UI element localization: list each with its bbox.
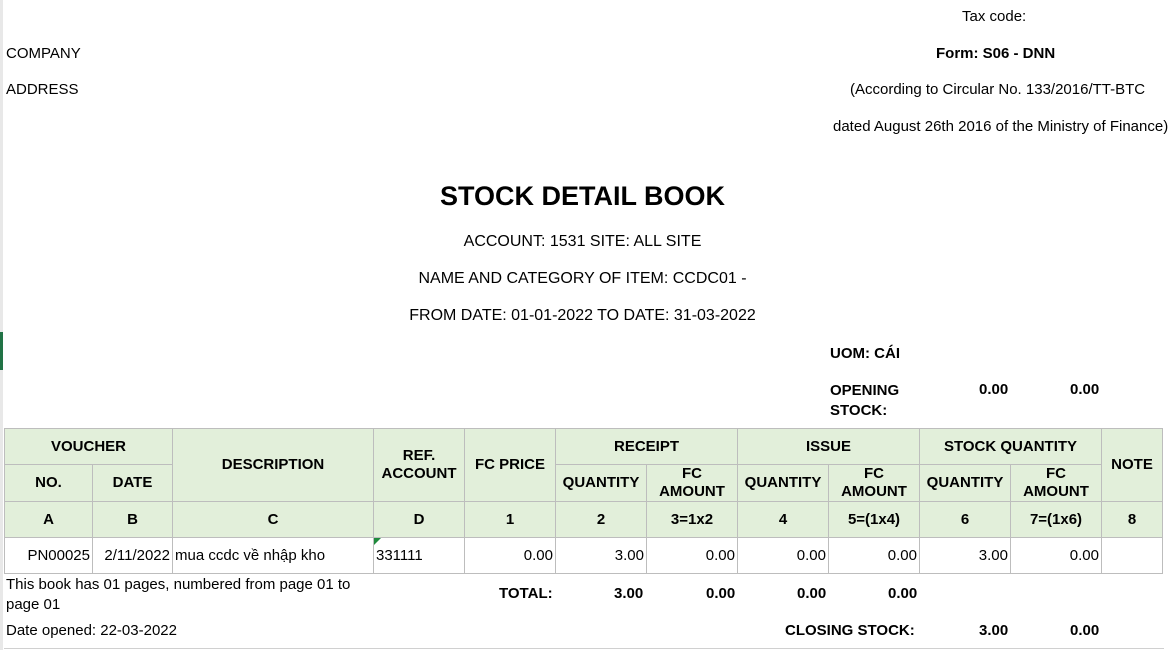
address-label: ADDRESS <box>6 81 79 98</box>
code-7: 7=(1x6) <box>1010 501 1102 538</box>
fc-price-header: FC PRICE <box>464 428 556 502</box>
total-receipt-amount: 0.00 <box>706 585 736 602</box>
code-6: 6 <box>919 501 1011 538</box>
uom-label: UOM: CÁI <box>830 345 900 362</box>
code-4: 4 <box>737 501 829 538</box>
cell-issue-amount[interactable]: 0.00 <box>828 537 920 574</box>
voucher-date-header: DATE <box>92 464 173 502</box>
account-line: ACCOUNT: 1531 SITE: ALL SITE <box>463 233 702 250</box>
cell-voucher-no[interactable]: PN00025 <box>4 537 93 574</box>
cell-receipt-quantity[interactable]: 3.00 <box>555 537 647 574</box>
table-row[interactable]: PN00025 2/11/2022 mua ccdc về nhập kho 3… <box>4 537 1163 574</box>
code-d: D <box>373 501 465 538</box>
date-range-line: FROM DATE: 01-01-2022 TO DATE: 31-03-202… <box>409 307 756 324</box>
cell-receipt-amount[interactable]: 0.00 <box>646 537 738 574</box>
cell-description[interactable]: mua ccdc về nhập kho <box>172 537 374 574</box>
cell-voucher-date[interactable]: 2/11/2022 <box>92 537 173 574</box>
code-1: 1 <box>464 501 556 538</box>
issue-quantity-header: QUANTITY <box>737 464 829 502</box>
stock-quantity-subheader: QUANTITY <box>919 464 1011 502</box>
total-receipt-quantity: 3.00 <box>614 585 644 602</box>
cell-fc-price[interactable]: 0.00 <box>464 537 556 574</box>
total-issue-amount: 0.00 <box>888 585 918 602</box>
tax-code-label: Tax code: <box>962 8 1027 25</box>
ref-account-value: 331111 <box>376 546 423 564</box>
ref-account-header: REF. ACCOUNT <box>373 428 465 502</box>
receipt-fc-amount-header: FC AMOUNT <box>646 464 738 502</box>
company-label: COMPANY <box>6 45 81 62</box>
sheet-bottom-border <box>4 648 1164 649</box>
active-row-marker <box>0 332 3 370</box>
total-label: TOTAL: <box>499 585 553 602</box>
code-a: A <box>4 501 93 538</box>
issue-fc-amount-header: FC AMOUNT <box>828 464 920 502</box>
opening-stock-quantity: 0.00 <box>979 381 1009 398</box>
opening-stock-label: OPENING STOCK: <box>830 382 900 419</box>
stock-fc-amount-header: FC AMOUNT <box>1010 464 1102 502</box>
issue-header: ISSUE <box>737 428 920 465</box>
code-3: 3=1x2 <box>646 501 738 538</box>
cell-issue-quantity[interactable]: 0.00 <box>737 537 829 574</box>
voucher-no-header: NO. <box>4 464 93 502</box>
closing-stock-quantity: 3.00 <box>979 622 1009 639</box>
cell-stock-amount[interactable]: 0.00 <box>1010 537 1102 574</box>
code-c: C <box>172 501 374 538</box>
item-line: NAME AND CATEGORY OF ITEM: CCDC01 - <box>418 270 747 287</box>
stock-detail-table: VOUCHER DESCRIPTION REF. ACCOUNT FC PRIC… <box>4 428 1163 574</box>
note-header: NOTE <box>1101 428 1163 502</box>
description-header: DESCRIPTION <box>172 428 374 502</box>
opening-stock-amount: 0.00 <box>1070 381 1100 398</box>
error-indicator-icon <box>374 538 381 545</box>
circular-date-note: dated August 26th 2016 of the Ministry o… <box>833 118 1169 135</box>
circular-note: (According to Circular No. 133/2016/TT-B… <box>850 81 1146 98</box>
receipt-header: RECEIPT <box>555 428 738 465</box>
closing-stock-label: CLOSING STOCK: <box>785 622 915 639</box>
cell-stock-quantity[interactable]: 3.00 <box>919 537 1011 574</box>
total-issue-quantity: 0.00 <box>797 585 827 602</box>
code-2: 2 <box>555 501 647 538</box>
code-b: B <box>92 501 173 538</box>
pages-note: This book has 01 pages, numbered from pa… <box>6 576 351 613</box>
receipt-quantity-header: QUANTITY <box>555 464 647 502</box>
date-opened: Date opened: 22-03-2022 <box>6 622 177 639</box>
sheet-left-edge <box>0 0 3 650</box>
stock-quantity-header: STOCK QUANTITY <box>919 428 1102 465</box>
form-number: Form: S06 - DNN <box>936 45 1056 62</box>
closing-stock-amount: 0.00 <box>1070 622 1100 639</box>
cell-ref-account[interactable]: 331111 <box>373 537 465 574</box>
voucher-header: VOUCHER <box>4 428 173 465</box>
code-8: 8 <box>1101 501 1163 538</box>
cell-note[interactable] <box>1101 537 1163 574</box>
code-5: 5=(1x4) <box>828 501 920 538</box>
page-title: STOCK DETAIL BOOK <box>439 181 726 211</box>
